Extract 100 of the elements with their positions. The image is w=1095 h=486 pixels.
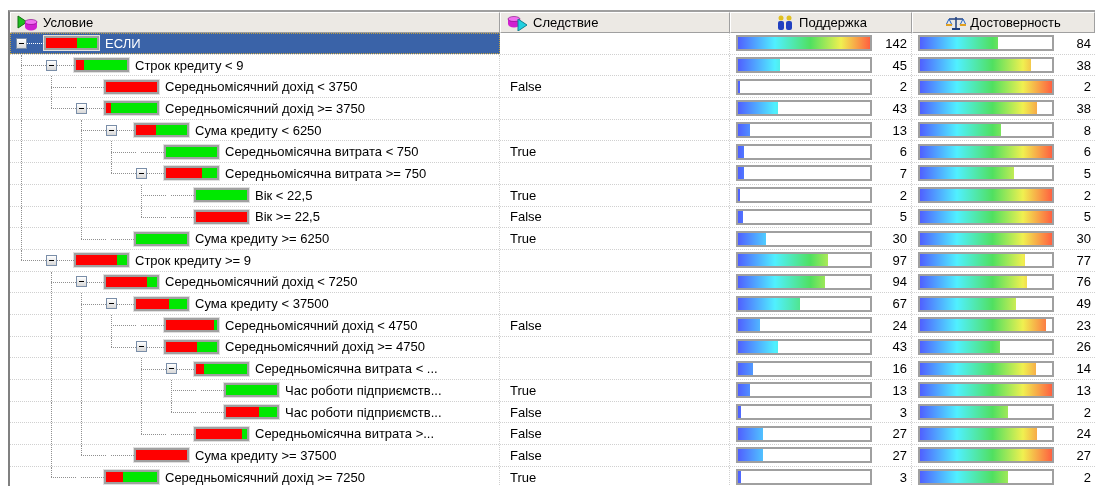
class-ratio-bar (224, 383, 279, 398)
consequence-text: True (510, 144, 537, 160)
tree-node[interactable]: Середньомісячний дохід < 7250 (10, 271, 500, 293)
tree-node[interactable]: Сума кредиту >= 37500 (10, 445, 500, 466)
confidence-count: 13 (1075, 382, 1091, 398)
support-count: 43 (891, 339, 907, 355)
node-label: Строк кредиту < 9 (135, 57, 244, 73)
support-count: 30 (891, 231, 907, 247)
node-label: Середньомісячна витрата >= 750 (225, 165, 427, 181)
collapse-toggle[interactable] (106, 124, 117, 136)
support-count: 67 (891, 296, 907, 312)
collapse-toggle[interactable] (76, 102, 87, 114)
node-label: Середньомісячна витрата >... (255, 426, 435, 442)
confidence-count: 76 (1075, 274, 1091, 290)
collapse-toggle[interactable] (166, 363, 177, 375)
support-count: 24 (891, 317, 907, 333)
collapse-toggle[interactable] (76, 276, 87, 288)
support-count: 45 (891, 57, 907, 73)
support-count: 3 (898, 469, 907, 485)
confidence-count: 2 (1082, 79, 1091, 95)
node-label: Строк кредиту >= 9 (135, 252, 252, 268)
node-label: Час роботи підприємств... (285, 404, 442, 420)
node-label: Середньомісячний дохід >= 7250 (165, 469, 365, 485)
collapse-toggle[interactable] (46, 254, 57, 266)
collapse-toggle[interactable] (136, 167, 147, 179)
consequence-text: True (510, 469, 537, 485)
confidence-count: 38 (1075, 57, 1091, 73)
confidence-count: 2 (1082, 469, 1091, 485)
confidence-count: 5 (1082, 165, 1091, 181)
node-label: Сума кредиту >= 37500 (195, 447, 337, 463)
support-count: 3 (898, 404, 907, 420)
consequence-text: True (510, 382, 537, 398)
condition-icon (17, 14, 39, 31)
tree-node[interactable]: Середньомісячний дохід < 3750 (10, 76, 500, 98)
tree-node[interactable]: Сума кредиту < 37500 (10, 293, 500, 314)
node-label: Середньомісячний дохід < 3750 (165, 79, 358, 95)
confidence-count: 6 (1082, 144, 1091, 160)
column-header[interactable]: Следствие (500, 12, 730, 33)
tree-node[interactable]: Сума кредиту >= 6250 (10, 228, 500, 249)
tree-node[interactable]: Середньомісячний дохід >= 4750 (10, 336, 500, 358)
support-count: 6 (898, 144, 907, 160)
consequence-text: True (510, 187, 537, 203)
tree-node[interactable]: Середньомісячний дохід < 4750 (10, 314, 500, 336)
collapse-toggle[interactable] (46, 59, 57, 71)
consequence-icon (507, 14, 529, 31)
tree-node[interactable]: Вік < 22,5 (10, 184, 500, 206)
tree-node[interactable]: Сума кредиту < 6250 (10, 119, 500, 141)
consequence-text: False (510, 426, 542, 442)
node-label: Час роботи підприємств... (285, 382, 442, 398)
confidence-count: 30 (1075, 231, 1091, 247)
collapse-toggle[interactable] (106, 298, 117, 310)
confidence-count: 8 (1082, 122, 1091, 138)
consequence-text: True (510, 231, 537, 247)
tree-node[interactable]: Строк кредиту < 9 (10, 54, 500, 76)
column-header[interactable]: Поддержка (730, 12, 912, 33)
confidence-count: 5 (1082, 209, 1091, 225)
confidence-count: 84 (1075, 35, 1091, 51)
node-label: Вік >= 22,5 (255, 209, 320, 225)
column-header[interactable]: Достоверность (912, 12, 1095, 33)
tree-node[interactable]: Середньомісячна витрата >... (10, 423, 500, 445)
support-count: 2 (898, 187, 907, 203)
tree-node[interactable]: Середньомісячна витрата >= 750 (10, 163, 500, 184)
node-label: Середньомісячний дохід >= 3750 (165, 100, 365, 116)
confidence-count: 77 (1075, 252, 1091, 268)
confidence-count: 49 (1075, 296, 1091, 312)
consequence-text: False (510, 79, 542, 95)
confidence-count: 2 (1082, 187, 1091, 203)
tree-node[interactable]: Вік >= 22,5 (10, 206, 500, 228)
support-count: 142 (884, 35, 907, 51)
class-ratio-bar (134, 231, 189, 246)
node-label: Сума кредиту < 37500 (195, 296, 329, 312)
tree-node[interactable]: Середньомісячна витрата < 750 (10, 141, 500, 163)
node-label: Сума кредиту >= 6250 (195, 231, 330, 247)
node-label: Середньомісячний дохід < 4750 (225, 317, 418, 333)
support-count: 16 (891, 361, 907, 377)
node-label: Середньомісячний дохід >= 4750 (225, 339, 425, 355)
tree-node[interactable]: Середньомісячний дохід >= 7250 (10, 466, 500, 486)
class-ratio-bar (164, 144, 219, 159)
tree-node[interactable]: ЕСЛИ (10, 33, 500, 54)
confidence-count: 26 (1075, 339, 1091, 355)
collapse-toggle[interactable] (136, 341, 147, 353)
tree-node[interactable]: Середньомісячна витрата < ... (10, 358, 500, 379)
column-header[interactable]: Условие (10, 12, 500, 33)
consequence-text: False (510, 209, 542, 225)
tree-node[interactable]: Строк кредиту >= 9 (10, 249, 500, 271)
support-count: 27 (891, 447, 907, 463)
confidence-count: 27 (1075, 447, 1091, 463)
confidence-count: 38 (1075, 100, 1091, 116)
tree-node[interactable]: Середньомісячний дохід >= 3750 (10, 98, 500, 119)
scales-icon (946, 15, 967, 30)
collapse-toggle[interactable] (16, 37, 27, 49)
support-count: 94 (891, 274, 907, 290)
confidence-count: 2 (1082, 404, 1091, 420)
tree-node[interactable]: Час роботи підприємств... (10, 380, 500, 401)
support-count: 7 (898, 165, 907, 181)
consequence-text: False (510, 317, 542, 333)
support-count: 13 (891, 382, 907, 398)
support-count: 27 (891, 426, 907, 442)
support-count: 2 (898, 79, 907, 95)
tree-node[interactable]: Час роботи підприємств... (10, 401, 500, 423)
